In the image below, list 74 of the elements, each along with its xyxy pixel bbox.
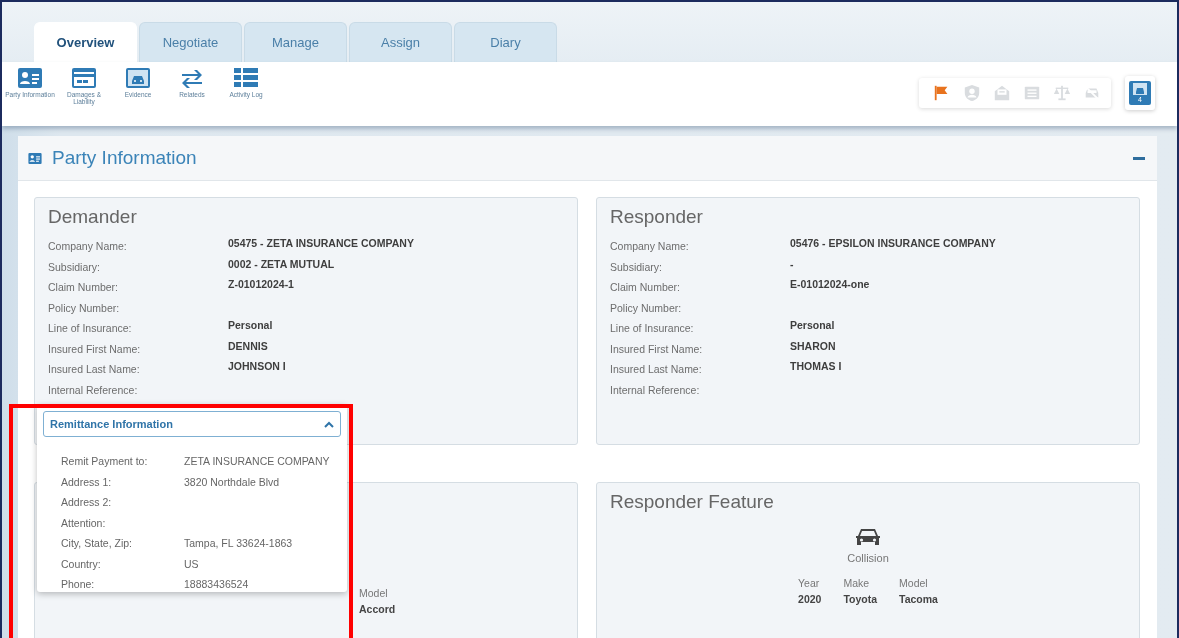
tab[interactable]: Diary bbox=[454, 22, 557, 62]
chevron-up-icon bbox=[324, 420, 334, 428]
column-label: Make bbox=[843, 576, 871, 590]
field-value: Tampa, FL 33624-1863 bbox=[184, 537, 294, 551]
field-label: City, State, Zip: bbox=[61, 537, 133, 551]
column-value: Toyota bbox=[843, 592, 878, 606]
remittance-dropdown[interactable]: Remittance Information bbox=[43, 411, 341, 437]
person-shield-icon[interactable] bbox=[963, 84, 981, 102]
field-label: Internal Reference: bbox=[48, 383, 139, 396]
column-value: Tacoma bbox=[899, 592, 938, 606]
car-photo-icon bbox=[126, 68, 150, 88]
field-value: 0002 - ZETA MUTUAL bbox=[228, 257, 336, 272]
credit-card-icon bbox=[72, 68, 96, 88]
panel-title: Party Information bbox=[52, 147, 198, 169]
field-label: Insured Last Name: bbox=[48, 363, 141, 376]
column-value: 2020 bbox=[798, 592, 822, 606]
field-label: Line of Insurance: bbox=[610, 322, 695, 335]
field-label: Line of Insurance: bbox=[48, 322, 133, 335]
loss-type: Collision bbox=[847, 552, 889, 564]
field-label: Attention: bbox=[61, 516, 107, 530]
field-value: 05475 - ZETA INSURANCE COMPANY bbox=[228, 237, 415, 251]
field-label: Insured First Name: bbox=[610, 342, 704, 355]
field-value: - bbox=[790, 257, 795, 272]
field-label: Company Name: bbox=[48, 240, 128, 253]
field-value: THOMAS I bbox=[790, 360, 843, 374]
field-value: 3820 Northdale Blvd bbox=[184, 475, 281, 489]
collapse-icon[interactable] bbox=[1133, 156, 1145, 160]
tab[interactable]: Manage bbox=[244, 22, 347, 62]
column-label: Model bbox=[899, 576, 929, 590]
car-icon bbox=[856, 527, 880, 547]
envelope-icon[interactable] bbox=[993, 84, 1011, 102]
car-photo-icon bbox=[1133, 83, 1147, 95]
column-label: Model bbox=[359, 586, 389, 600]
field-label: Claim Number: bbox=[48, 281, 119, 294]
tab[interactable]: Overview bbox=[34, 22, 137, 62]
tab[interactable]: Assign bbox=[349, 22, 452, 62]
field-label: Claim Number: bbox=[610, 281, 681, 294]
field-label: Policy Number: bbox=[610, 301, 683, 314]
field-label: Address 2: bbox=[61, 496, 113, 510]
field-value: 18883436524 bbox=[184, 578, 250, 592]
card-title: Responder Feature bbox=[610, 491, 775, 513]
field-label: Subsidiary: bbox=[610, 260, 663, 273]
field-value: 05476 - EPSILON INSURANCE COMPANY bbox=[790, 237, 997, 251]
field-value: ZETA INSURANCE COMPANY bbox=[184, 455, 331, 469]
swap-arrows-icon bbox=[180, 68, 204, 88]
field-value: Personal bbox=[790, 319, 836, 333]
list-icon[interactable] bbox=[1023, 84, 1041, 102]
field-label: Subsidiary: bbox=[48, 260, 101, 273]
list-icon bbox=[234, 68, 258, 88]
field-label: Insured Last Name: bbox=[610, 363, 703, 376]
field-label: Address 1: bbox=[61, 475, 113, 489]
scale-icon[interactable] bbox=[1053, 84, 1071, 102]
field-value: Personal bbox=[228, 319, 274, 333]
id-card-icon bbox=[28, 152, 42, 164]
field-label: Country: bbox=[61, 557, 102, 571]
field-label: Policy Number: bbox=[48, 301, 121, 314]
dropdown-title: Remittance Information bbox=[50, 418, 173, 430]
column-value: Accord bbox=[359, 602, 396, 616]
card-title: Demander bbox=[48, 206, 138, 228]
field-label: Internal Reference: bbox=[610, 383, 701, 396]
field-label: Remit Payment to: bbox=[61, 455, 149, 469]
field-value: SHARON bbox=[790, 339, 837, 354]
field-value: E-01012024-one bbox=[790, 278, 871, 292]
column-label: Year bbox=[798, 576, 821, 590]
field-label: Insured First Name: bbox=[48, 342, 142, 355]
tab[interactable]: Negotiate bbox=[139, 22, 242, 62]
field-value: DENNIS bbox=[228, 339, 269, 354]
field-label: Phone: bbox=[61, 578, 96, 592]
field-value: US bbox=[184, 557, 200, 571]
card-title: Responder bbox=[610, 206, 704, 228]
id-card-icon bbox=[18, 68, 42, 88]
field-value: Z-01012024-1 bbox=[228, 278, 295, 292]
field-label: Company Name: bbox=[610, 240, 690, 253]
field-value: JOHNSON I bbox=[228, 360, 287, 374]
